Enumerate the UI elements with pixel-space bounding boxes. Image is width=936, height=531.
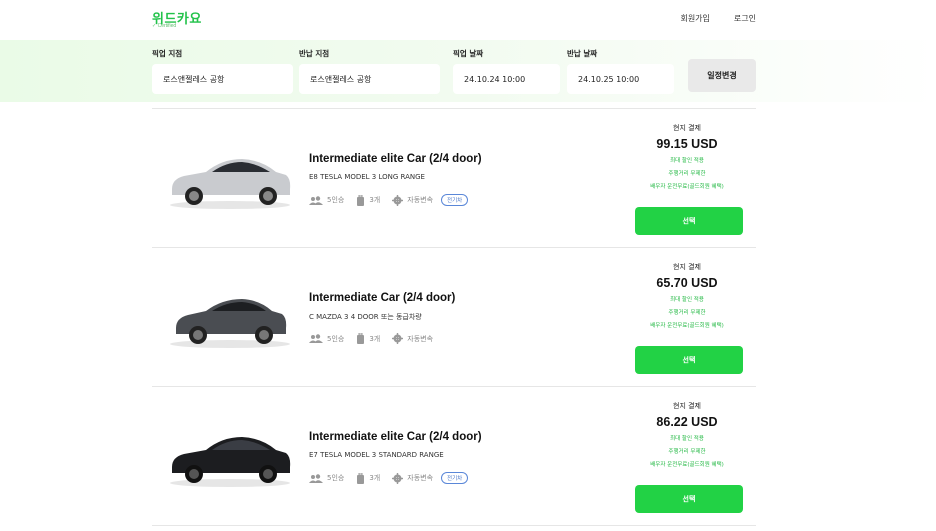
return-date-field: 반납 날짜 24.10.25 10:00 (567, 48, 674, 94)
brand-certified: ✓ Certified (152, 23, 177, 29)
luggage-icon (357, 472, 365, 484)
perk-item: 배우자 운전무료(골드회원 혜택) (650, 323, 724, 329)
price-column: 현지 결제 86.22 USD 최대 할인 적용 주행거리 무제한 배우자 운전… (632, 401, 742, 472)
price-column: 현지 결제 99.15 USD 최대 할인 적용 주행거리 무제한 배우자 운전… (632, 123, 742, 194)
perk-list: 최대 할인 적용 주행거리 무제한 배우자 운전무료(골드회원 혜택) (632, 155, 742, 194)
pickup-location-field: 픽업 지점 로스앤젤레스 공항 (152, 48, 293, 94)
price-column: 현지 결제 65.70 USD 최대 할인 적용 주행거리 무제한 배우자 운전… (632, 262, 742, 333)
bags-spec: 3개 (356, 333, 380, 344)
car-card: Intermediate Car (2/4 door) C MAZDA 3 4 … (152, 247, 756, 386)
car-card: Intermediate elite Car (2/4 door) E7 TES… (152, 386, 756, 525)
luggage-icon (357, 333, 365, 344)
change-schedule-button[interactable]: 일정변경 (688, 59, 756, 92)
select-button[interactable]: 선택 (635, 346, 743, 374)
people-icon (309, 334, 323, 343)
perk-list: 최대 할인 적용 주행거리 무제한 배우자 운전무료(골드회원 혜택) (632, 294, 742, 333)
price: 86.22 USD (656, 415, 718, 429)
perk-list: 최대 할인 적용 주행거리 무제한 배우자 운전무료(골드회원 혜택) (632, 433, 742, 472)
seats-label: 5인승 (327, 474, 345, 482)
perk-item: 최대 할인 적용 (670, 158, 704, 164)
transmission-spec: 자동변속 (392, 472, 434, 484)
perk-item: 주행거리 무제한 (668, 310, 706, 316)
transmission-spec: 자동변속 (392, 194, 434, 206)
pay-label: 현지 결제 (673, 263, 701, 271)
people-icon (309, 195, 323, 205)
bags-label: 3개 (369, 474, 381, 482)
car-title: Intermediate Car (2/4 door) (309, 292, 456, 304)
pickup-date-field: 픽업 날짜 24.10.24 10:00 (453, 48, 560, 94)
price: 99.15 USD (656, 137, 718, 151)
return-date-input[interactable]: 24.10.25 10:00 (567, 64, 674, 94)
perk-item: 최대 할인 적용 (670, 297, 704, 303)
signup-link[interactable]: 회원가입 (680, 13, 709, 24)
brand-logo[interactable]: 위드카요 ✓ Certified (152, 8, 202, 29)
login-link[interactable]: 로그인 (734, 13, 756, 24)
bags-spec: 3개 (356, 194, 381, 206)
transmission-label: 자동변속 (407, 474, 434, 482)
car-specs: 5인승 3개 자동변속 전기차 (309, 194, 469, 206)
pay-label: 현지 결제 (673, 402, 701, 410)
ev-badge: 전기차 (441, 472, 469, 484)
return-location-label: 반납 지점 (299, 49, 330, 58)
car-specs: 5인승 3개 자동변속 (309, 333, 445, 344)
seats-spec: 5인승 (309, 195, 344, 205)
list-divider (152, 525, 756, 526)
return-location-field: 반납 지점 로스앤젤레스 공항 (299, 48, 440, 94)
car-title: Intermediate elite Car (2/4 door) (309, 431, 482, 443)
transmission-label: 자동변속 (407, 334, 434, 343)
top-header: 위드카요 ✓ Certified 회원가입 로그인 (0, 0, 936, 40)
pickup-location-label: 픽업 지점 (152, 49, 183, 58)
pickup-date-input[interactable]: 24.10.24 10:00 (453, 64, 560, 94)
select-button[interactable]: 선택 (635, 207, 743, 235)
car-list: Intermediate elite Car (2/4 door) E8 TES… (152, 108, 756, 525)
pickup-location-input[interactable]: 로스앤젤레스 공항 (152, 64, 293, 94)
perk-item: 주행거리 무제한 (668, 171, 706, 177)
car-model: E7 TESLA MODEL 3 STANDARD RANGE (309, 451, 444, 459)
top-nav: 회원가입 로그인 (680, 13, 756, 24)
car-image (170, 159, 291, 209)
perk-item: 배우자 운전무료(골드회원 혜택) (650, 184, 724, 190)
people-icon (309, 473, 323, 483)
price: 65.70 USD (656, 276, 718, 290)
bags-spec: 3개 (356, 472, 381, 484)
pickup-date-label: 픽업 날짜 (453, 49, 484, 58)
transmission-label: 자동변속 (407, 196, 434, 204)
perk-item: 최대 할인 적용 (670, 436, 704, 442)
car-image (170, 299, 290, 348)
gear-icon (392, 333, 404, 344)
transmission-spec: 자동변속 (392, 333, 433, 344)
seats-spec: 5인승 (309, 334, 344, 344)
return-date-label: 반납 날짜 (567, 49, 598, 58)
return-location-input[interactable]: 로스앤젤레스 공항 (299, 64, 440, 94)
car-model: C MAZDA 3 4 DOOR 또는 동급차량 (309, 313, 422, 321)
perk-item: 주행거리 무제한 (668, 449, 706, 455)
bags-label: 3개 (369, 196, 381, 204)
gear-icon (392, 472, 404, 484)
car-model: E8 TESLA MODEL 3 LONG RANGE (309, 173, 425, 181)
car-card: Intermediate elite Car (2/4 door) E8 TES… (152, 108, 756, 247)
car-specs: 5인승 3개 자동변속 전기차 (309, 472, 469, 484)
luggage-icon (357, 194, 365, 206)
select-button[interactable]: 선택 (635, 485, 743, 513)
gear-icon (392, 194, 404, 206)
seats-spec: 5인승 (309, 473, 344, 483)
pay-label: 현지 결제 (673, 124, 701, 132)
perk-item: 배우자 운전무료(골드회원 혜택) (650, 462, 724, 468)
search-bar: 픽업 지점 로스앤젤레스 공항 반납 지점 로스앤젤레스 공항 픽업 날짜 24… (0, 40, 936, 102)
bags-label: 3개 (369, 334, 381, 343)
car-title: Intermediate elite Car (2/4 door) (309, 153, 482, 165)
car-image (170, 437, 291, 487)
seats-label: 5인승 (327, 334, 345, 343)
seats-label: 5인승 (327, 196, 345, 204)
ev-badge: 전기차 (441, 194, 469, 206)
